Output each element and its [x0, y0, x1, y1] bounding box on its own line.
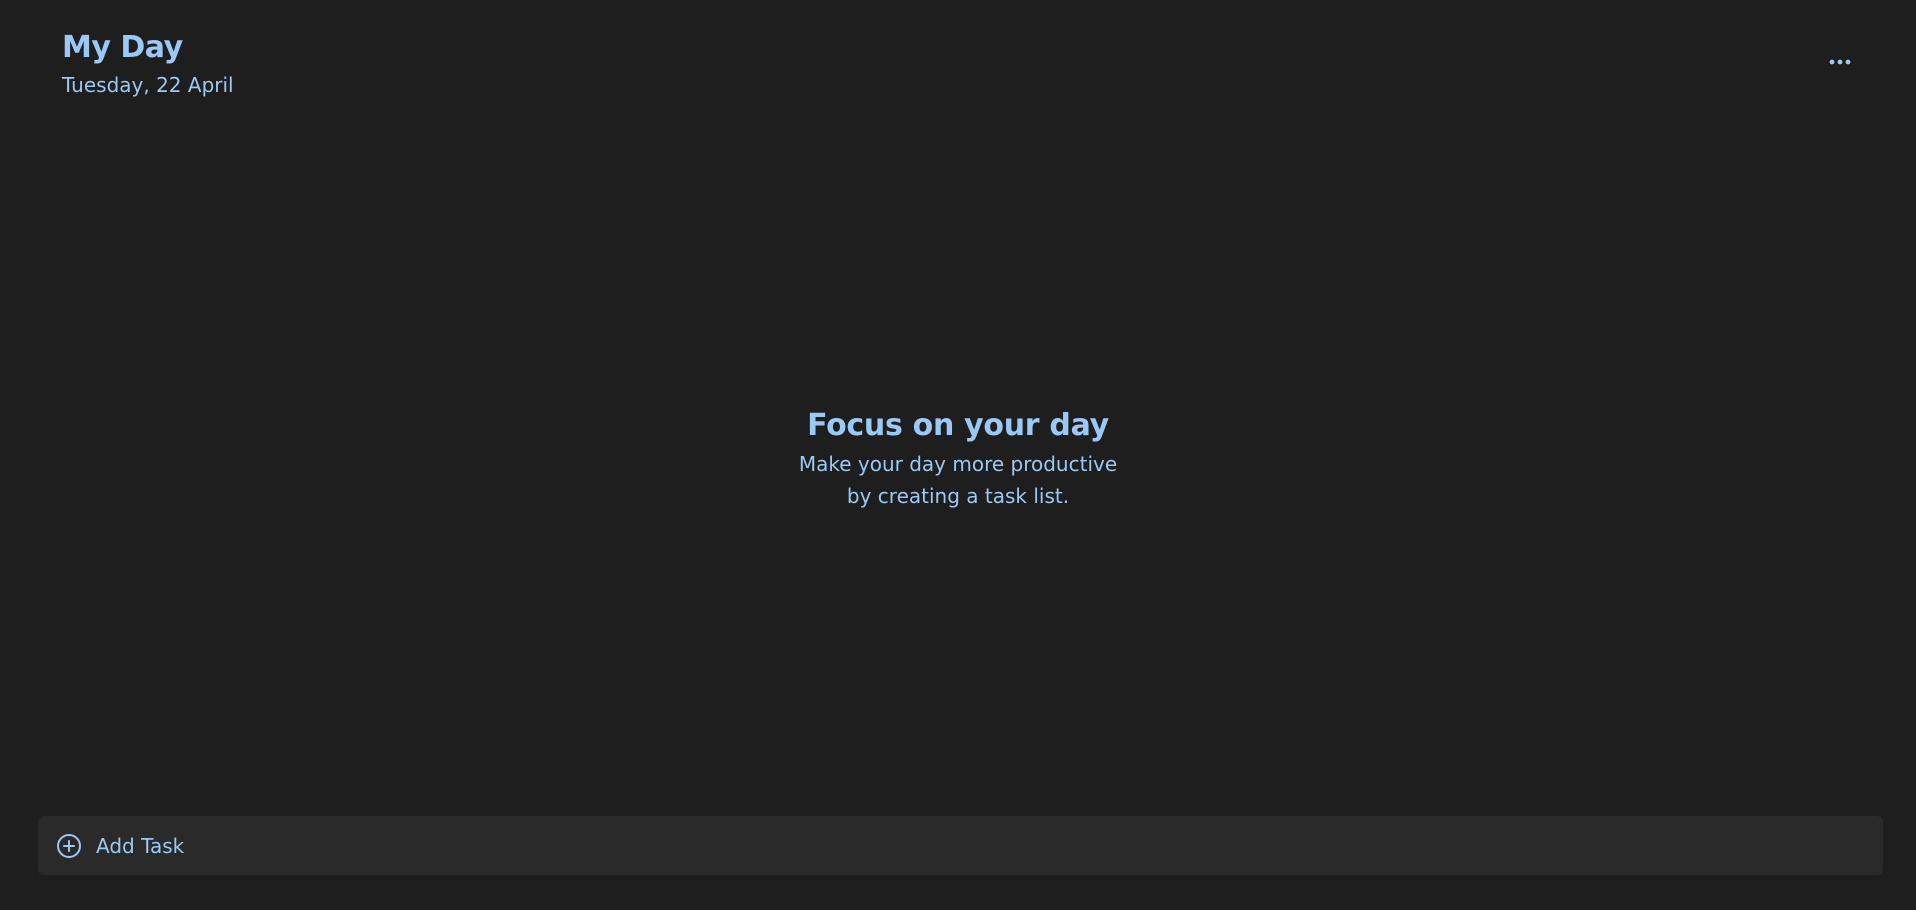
page-date: Tuesday, 22 April [62, 73, 234, 97]
more-options-button[interactable] [1826, 48, 1854, 76]
page-title: My Day [62, 30, 183, 65]
add-task-label: Add Task [96, 833, 185, 858]
plus-circle-icon [56, 833, 82, 859]
empty-state-line-1: Make your day more productive [798, 452, 1118, 476]
add-task-button[interactable]: Add Task [38, 816, 1883, 875]
more-horizontal-icon [1829, 59, 1851, 65]
empty-state: Focus on your day Make your day more pro… [0, 405, 1916, 511]
page-header: My Day Tuesday, 22 April [62, 28, 234, 98]
empty-state-line-2: by creating a task list. [846, 484, 1070, 508]
empty-state-title: Focus on your day [807, 408, 1109, 443]
